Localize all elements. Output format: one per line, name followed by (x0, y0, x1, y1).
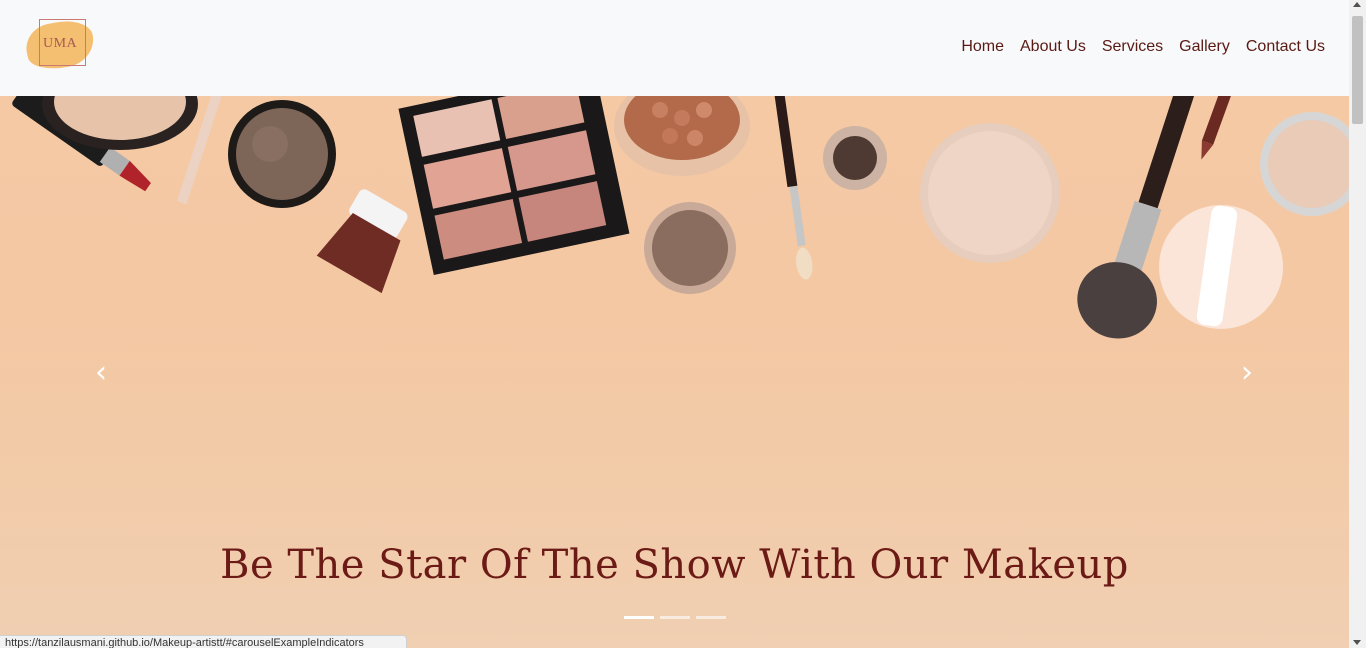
chevron-right-icon: › (1241, 354, 1253, 390)
nav-gallery[interactable]: Gallery (1179, 38, 1230, 56)
carousel-prev-button[interactable]: ‹ (86, 352, 116, 392)
scroll-thumb[interactable] (1352, 16, 1363, 124)
scroll-down-arrow-icon[interactable] (1353, 640, 1361, 645)
carousel-indicator[interactable] (660, 616, 690, 619)
vertical-scrollbar[interactable] (1349, 0, 1366, 648)
carousel-indicators (624, 616, 726, 619)
nav-home[interactable]: Home (961, 38, 1004, 56)
status-bar-url: https://tanzilausmani.github.io/Makeup-a… (0, 635, 407, 648)
nav-contact-us[interactable]: Contact Us (1246, 38, 1325, 56)
navbar: UMA Home About Us Services Gallery Conta… (0, 0, 1349, 96)
main-nav: Home About Us Services Gallery Contact U… (961, 38, 1325, 56)
nav-services[interactable]: Services (1102, 38, 1163, 56)
scroll-up-arrow-icon[interactable] (1353, 2, 1361, 7)
nav-about-us[interactable]: About Us (1020, 38, 1086, 56)
chevron-left-icon: ‹ (95, 354, 107, 390)
brand-logo[interactable]: UMA (21, 15, 99, 75)
carousel-next-button[interactable]: › (1232, 352, 1262, 392)
carousel-indicator[interactable] (624, 616, 654, 619)
hero-carousel: ‹ › Be The Star Of The Show With Our Mak… (0, 96, 1349, 648)
carousel-caption: Be The Star Of The Show With Our Makeup (220, 542, 1129, 588)
carousel-indicator[interactable] (696, 616, 726, 619)
logo-text: UMA (43, 36, 78, 51)
